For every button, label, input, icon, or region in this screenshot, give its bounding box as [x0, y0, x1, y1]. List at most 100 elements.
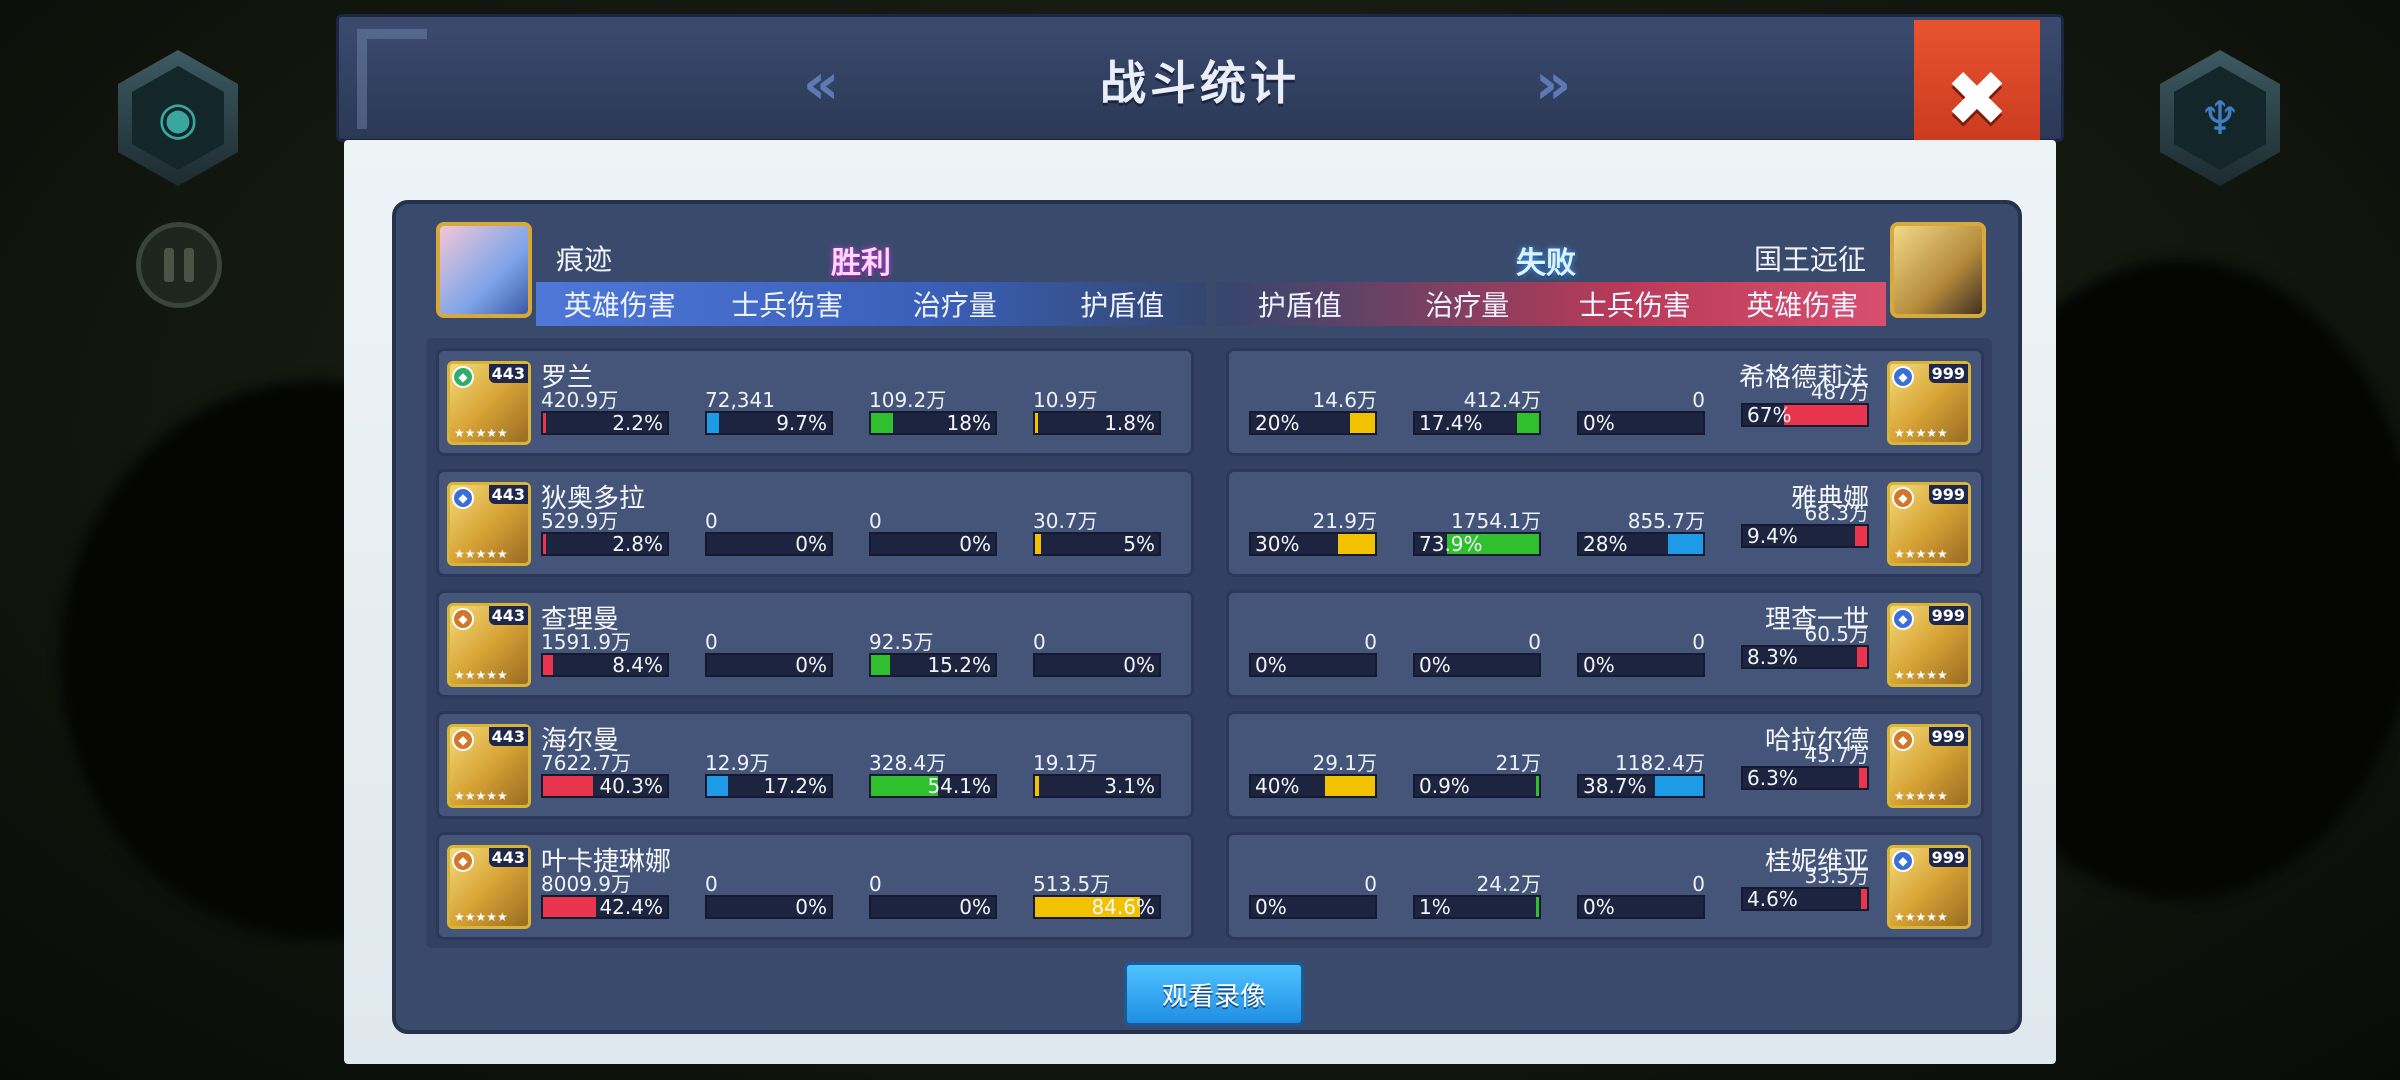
stat-soldier-damage: 0 0%	[1577, 631, 1705, 677]
star-rating-icon: ★★★★★	[454, 547, 508, 561]
stat-percent: 1%	[1419, 895, 1451, 919]
stat-value: 0	[869, 509, 882, 533]
team-right: 国王远征 失败 护盾值 治疗量 士兵伤害 英雄伤害	[1216, 222, 1986, 332]
hero-portrait[interactable]: ◆ 443 ★★★★★	[447, 845, 531, 929]
stat-bar: 1.8%	[1033, 411, 1161, 435]
star-rating-icon: ★★★★★	[1894, 668, 1948, 682]
stat-percent: 18%	[946, 411, 991, 435]
double-chevron-right-icon[interactable]: »	[1535, 57, 1571, 113]
faction-icon: ◆	[452, 487, 474, 509]
stat-bar-fill	[1668, 534, 1703, 554]
stat-soldier-damage: 0 0%	[705, 631, 833, 677]
faction-icon: ◆	[1892, 729, 1914, 751]
hero-level: 443	[488, 485, 528, 504]
stat-percent: 6.3%	[1747, 766, 1798, 790]
stat-value: 21万	[1495, 751, 1541, 775]
stat-bar: 0%	[1033, 653, 1161, 677]
stat-percent: 0%	[795, 653, 827, 677]
stat-value: 0	[705, 872, 718, 896]
stat-hero-damage: 60.5万 8.3%	[1741, 623, 1869, 669]
hero-portrait[interactable]: ◆ 443 ★★★★★	[447, 724, 531, 808]
stat-percent: 2.2%	[612, 411, 663, 435]
hero-portrait[interactable]: ◆ 999 ★★★★★	[1887, 724, 1971, 808]
watch-replay-button[interactable]: 观看录像	[1124, 962, 1304, 1026]
eye-icon: ◉	[132, 66, 224, 170]
stat-bar: 5%	[1033, 532, 1161, 556]
stat-percent: 0%	[1255, 653, 1287, 677]
hero-level: 443	[488, 848, 528, 867]
hero-level: 999	[1928, 848, 1968, 867]
stat-bar: 54.1%	[869, 774, 997, 798]
stat-healing: 109.2万 18%	[869, 389, 997, 435]
eye-skill-button[interactable]: ◉	[118, 50, 238, 186]
stat-value: 60.5万	[1804, 622, 1869, 646]
hero-portrait[interactable]: ◆ 443 ★★★★★	[447, 361, 531, 445]
stat-bar-fill	[543, 534, 547, 554]
hero-row-left: ◆ 443 ★★★★★ 查理曼 1591.9万 8.4% 0 0% 92.5万 15.2% 0 0%	[436, 590, 1194, 698]
stat-bar: 3.1%	[1033, 774, 1161, 798]
stat-bar: 2.2%	[541, 411, 669, 435]
stat-value: 0	[705, 509, 718, 533]
col-soldier-damage: 士兵伤害	[1578, 289, 1691, 322]
pause-button[interactable]	[136, 222, 222, 308]
hero-portrait[interactable]: ◆ 999 ★★★★★	[1887, 845, 1971, 929]
column-headers-right: 护盾值 治疗量 士兵伤害 英雄伤害	[1216, 282, 1886, 326]
hero-level: 443	[488, 727, 528, 746]
stat-value: 8009.9万	[541, 872, 631, 896]
stat-value: 7622.7万	[541, 751, 631, 775]
stat-value: 12.9万	[705, 751, 770, 775]
stat-bar: 67%	[1741, 403, 1869, 427]
player-avatar-right[interactable]	[1890, 222, 1986, 318]
stat-bar-fill	[1517, 413, 1539, 433]
hero-level: 999	[1928, 606, 1968, 625]
stat-bar-fill	[1861, 889, 1867, 909]
stat-value: 529.9万	[541, 509, 619, 533]
stat-value: 420.9万	[541, 388, 619, 412]
stat-percent: 8.3%	[1747, 645, 1798, 669]
stat-shield: 29.1万 40%	[1249, 752, 1377, 798]
stat-percent: 84.6%	[1091, 895, 1155, 919]
hero-stats-grid: ◆ 443 ★★★★★ 罗兰 420.9万 2.2% 72,341 9.7% 109.2万 18%…	[426, 338, 1992, 948]
stat-bar-fill	[1350, 413, 1375, 433]
stat-percent: 3.1%	[1104, 774, 1155, 798]
stat-percent: 28%	[1583, 532, 1628, 556]
star-rating-icon: ★★★★★	[454, 668, 508, 682]
stat-value: 68.3万	[1804, 501, 1869, 525]
star-rating-icon: ★★★★★	[454, 426, 508, 440]
stat-hero-damage: 1591.9万 8.4%	[541, 631, 669, 677]
stat-percent: 9.7%	[776, 411, 827, 435]
star-rating-icon: ★★★★★	[454, 910, 508, 924]
stat-bar: 0%	[869, 532, 997, 556]
stat-hero-damage: 7622.7万 40.3%	[541, 752, 669, 798]
stat-percent: 0%	[959, 895, 991, 919]
stat-shield: 10.9万 1.8%	[1033, 389, 1161, 435]
stat-bar-fill	[1859, 768, 1867, 788]
col-hero-damage: 英雄伤害	[1746, 289, 1859, 322]
faction-icon: ◆	[1892, 608, 1914, 630]
stat-soldier-damage: 12.9万 17.2%	[705, 752, 833, 798]
stat-bar: 1%	[1413, 895, 1541, 919]
stat-value: 30.7万	[1033, 509, 1098, 533]
stat-bar-fill	[871, 655, 890, 675]
player-avatar-left[interactable]	[436, 222, 532, 318]
hero-row-right: ◆ 999 ★★★★★ 雅典娜 21.9万 30% 1754.1万 73.9% 855.7万 28…	[1226, 469, 1984, 577]
stat-bar: 0%	[1249, 895, 1377, 919]
stat-hero-damage: 8009.9万 42.4%	[541, 873, 669, 919]
hero-level: 999	[1928, 364, 1968, 383]
stat-shield: 19.1万 3.1%	[1033, 752, 1161, 798]
stat-value: 0	[1364, 872, 1377, 896]
team-left: 痕迹 胜利 英雄伤害 士兵伤害 治疗量 护盾值	[436, 222, 1206, 332]
stat-value: 24.2万	[1476, 872, 1541, 896]
stat-bar: 30%	[1249, 532, 1377, 556]
dialog-frame: 痕迹 胜利 英雄伤害 士兵伤害 治疗量 护盾值 国王远征 失败 护盾值 治疗量 …	[344, 140, 2056, 1064]
hero-portrait[interactable]: ◆ 999 ★★★★★	[1887, 361, 1971, 445]
hero-portrait[interactable]: ◆ 443 ★★★★★	[447, 603, 531, 687]
stat-hero-damage: 33.5万 4.6%	[1741, 865, 1869, 911]
trident-skill-button[interactable]: ♆	[2160, 50, 2280, 186]
hero-portrait[interactable]: ◆ 999 ★★★★★	[1887, 482, 1971, 566]
stat-bar-fill	[1035, 776, 1039, 796]
stat-value: 1182.4万	[1615, 751, 1705, 775]
hero-portrait[interactable]: ◆ 443 ★★★★★	[447, 482, 531, 566]
hero-portrait[interactable]: ◆ 999 ★★★★★	[1887, 603, 1971, 687]
player-name-left: 痕迹	[556, 243, 613, 276]
